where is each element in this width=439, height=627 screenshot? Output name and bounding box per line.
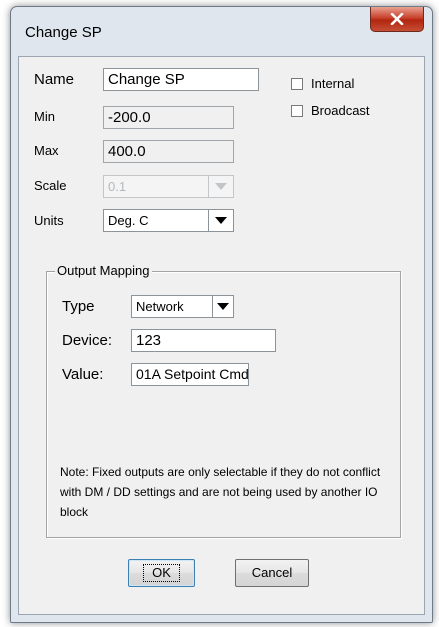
device-label: Device: [62,332,113,349]
type-select[interactable]: Network [131,295,234,318]
min-field: -200.0 [103,106,234,129]
units-dropdown-button[interactable] [208,210,233,231]
close-button[interactable] [370,7,424,32]
device-input[interactable]: 123 [131,329,276,352]
chevron-down-icon [215,217,227,224]
output-mapping-title: Output Mapping [55,263,152,278]
name-input[interactable]: Change SP [103,68,259,91]
note-text: Note: Fixed outputs are only selectable … [60,465,381,519]
max-label: Max [34,143,59,158]
scale-select: 0.1 [103,175,234,198]
internal-checkbox[interactable] [291,78,303,90]
broadcast-checkbox[interactable] [291,105,303,117]
close-icon [390,13,404,25]
dialog-window: Change SP Name Change SP Internal Broadc… [10,6,433,623]
type-dropdown-button[interactable] [212,296,233,317]
chevron-down-icon [217,303,229,310]
broadcast-label: Broadcast [311,103,370,118]
name-label: Name [34,71,75,88]
units-value: Deg. C [108,213,149,228]
scale-value: 0.1 [108,179,127,194]
scale-label: Scale [34,178,67,193]
units-select[interactable]: Deg. C [103,209,234,232]
chevron-down-icon [215,183,227,190]
output-mapping-group: Output Mapping Type Network Device: 123 … [46,263,401,538]
dialog-body: Name Change SP Internal Broadcast Min -2… [18,56,425,615]
value-input[interactable]: 01A Setpoint Cmd [131,363,249,386]
ok-button-label: OK [143,564,180,582]
value-label: Value: [62,366,104,383]
dialog-title: Change SP [25,24,102,41]
min-label: Min [34,109,55,124]
type-value: Network [136,299,184,314]
max-field: 400.0 [103,140,234,163]
units-label: Units [34,213,64,228]
ok-button[interactable]: OK [128,559,195,587]
type-label: Type [62,298,95,315]
internal-label: Internal [311,76,355,91]
cancel-button[interactable]: Cancel [235,559,309,587]
scale-dropdown-button [208,176,233,197]
